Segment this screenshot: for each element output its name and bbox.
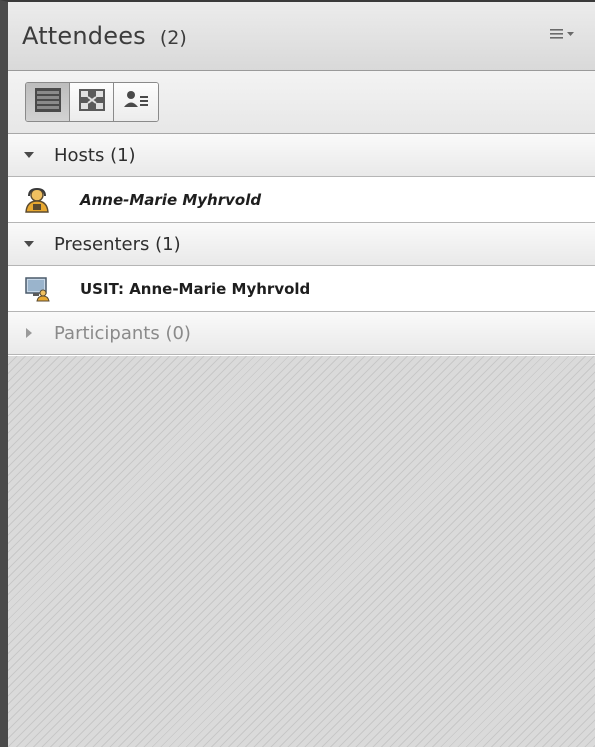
view-mode-group	[25, 82, 159, 122]
presenter-icon	[24, 276, 50, 302]
view-toolbar	[8, 71, 595, 134]
presenter-name: USIT: Anne-Marie Myhrvold	[80, 279, 311, 298]
presenters-section-label: Presenters (1)	[54, 233, 181, 255]
host-name: Anne-Marie Myhrvold	[80, 190, 262, 209]
breakout-view-icon	[77, 87, 107, 117]
caret-down-icon	[22, 239, 36, 249]
pod-title: Attendees	[22, 22, 146, 50]
list-view-icon	[33, 86, 63, 118]
hosts-section-header[interactable]: Hosts (1)	[8, 134, 595, 177]
attendee-details-icon	[121, 87, 151, 117]
presenters-section-header[interactable]: Presenters (1)	[8, 223, 595, 266]
hosts-section-label: Hosts (1)	[54, 144, 136, 166]
attendees-pod: Attendees (2) Hosts (1) Anne-Marie Myhrv…	[0, 0, 595, 747]
attendee-details-button[interactable]	[114, 83, 158, 121]
attendee-count: (2)	[159, 26, 187, 49]
breakout-view-button[interactable]	[70, 83, 114, 121]
empty-list-area	[8, 356, 595, 747]
presenter-row[interactable]: USIT: Anne-Marie Myhrvold	[8, 266, 595, 312]
list-menu-icon	[548, 26, 578, 46]
participants-section-label: Participants (0)	[54, 322, 191, 344]
participants-section-header[interactable]: Participants (0)	[8, 312, 595, 355]
list-view-button[interactable]	[26, 83, 70, 121]
pod-menu-button[interactable]	[547, 26, 579, 46]
host-icon	[24, 187, 50, 213]
caret-down-icon	[22, 150, 36, 160]
pod-titlebar: Attendees (2)	[8, 2, 595, 71]
host-row[interactable]: Anne-Marie Myhrvold	[8, 177, 595, 223]
caret-right-icon	[22, 327, 36, 339]
